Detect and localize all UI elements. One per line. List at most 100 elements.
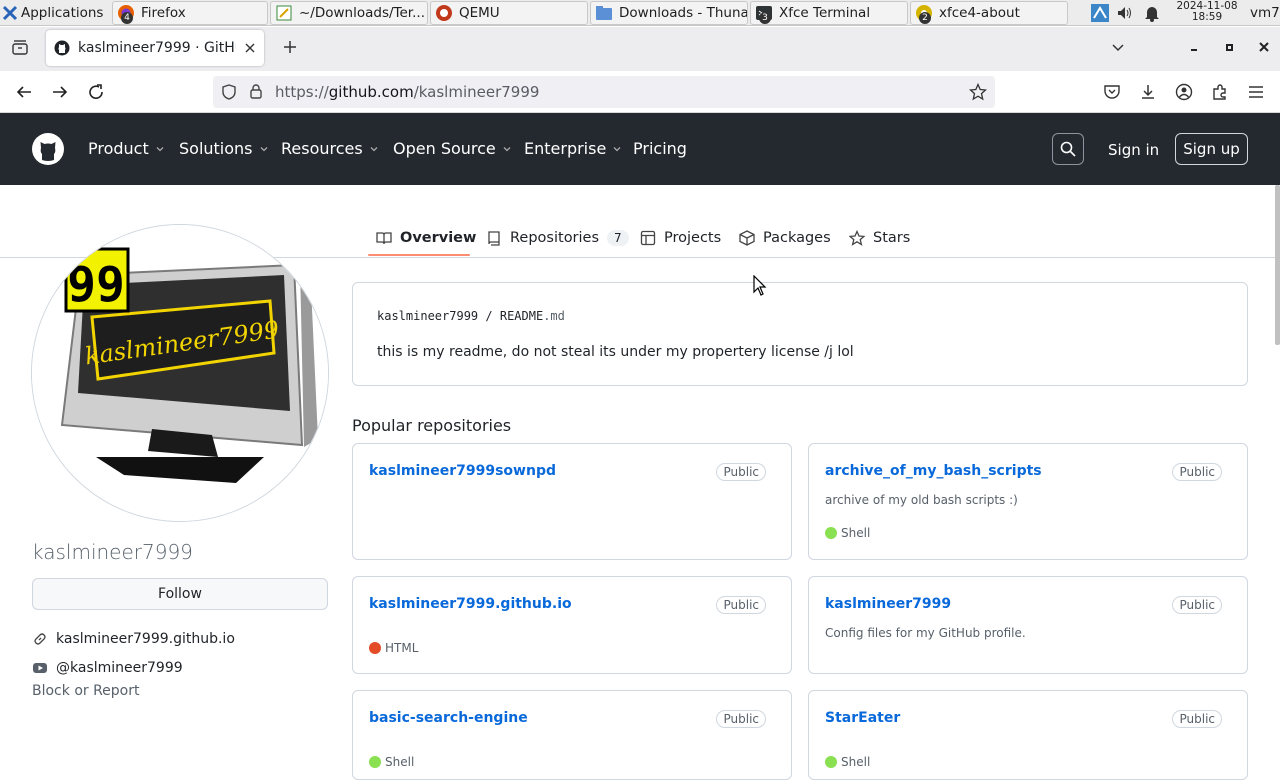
readme-file[interactable]: README [500, 309, 543, 323]
lock-icon[interactable] [249, 83, 263, 100]
task-count-badge: 3 [759, 12, 771, 24]
repo-name-link[interactable]: kaslmineer7999 [825, 596, 951, 612]
pocket-icon[interactable] [1100, 80, 1124, 104]
tab-projects[interactable]: Projects [640, 221, 721, 255]
xfce-about-icon: 2 [915, 4, 933, 24]
language-label: Shell [385, 755, 415, 769]
book-icon [376, 232, 392, 245]
back-arrow-icon[interactable] [12, 80, 36, 104]
extensions-icon[interactable] [1208, 80, 1232, 104]
language-color-dot [369, 756, 381, 768]
readme-box: kaslmineer7999 / README.md this is my re… [352, 282, 1248, 386]
tab-overview-icon[interactable] [10, 37, 30, 57]
taskbar-text-editor[interactable]: ~/Downloads/Ter... [270, 1, 428, 25]
url-text[interactable]: https://github.com/kaslmineer7999 [275, 83, 539, 101]
readme-separator: / [478, 309, 500, 323]
project-table-icon [640, 230, 656, 246]
repo-name-link[interactable]: StarEater [825, 710, 900, 726]
account-icon[interactable] [1172, 80, 1196, 104]
avatar[interactable]: kaslmineer7999 99 [31, 224, 329, 522]
avatar-image: kaslmineer7999 99 [32, 225, 328, 521]
qemu-icon [435, 4, 453, 22]
repo-name-link[interactable]: kaslmineer7999sownpd [369, 463, 556, 479]
taskbar-firefox[interactable]: 4 Firefox [112, 1, 268, 25]
visibility-badge: Public [716, 596, 766, 614]
nav-pricing[interactable]: Pricing [633, 139, 687, 158]
tab-title: kaslmineer7999 · GitHub [78, 40, 236, 56]
nav-label: Enterprise [524, 139, 607, 158]
nav-open-source[interactable]: Open Source [393, 139, 512, 158]
sign-in-link[interactable]: Sign in [1108, 141, 1159, 159]
chevron-down-icon [613, 146, 621, 151]
taskbar-terminal[interactable]: 3 Xfce Terminal [750, 1, 908, 25]
taskbar-xfce4-about[interactable]: 2 xfce4-about [910, 1, 1068, 25]
search-icon [1060, 141, 1076, 157]
taskbar-thunar[interactable]: Downloads - Thunar [590, 1, 748, 25]
nav-solutions[interactable]: Solutions [179, 139, 269, 158]
browser-nav-bar: https://github.com/kaslmineer7999 [0, 71, 1280, 113]
reload-icon[interactable] [84, 80, 108, 104]
maximize-window-icon[interactable] [1219, 37, 1239, 57]
visibility-badge: Public [1172, 463, 1222, 481]
repo-name-link[interactable]: basic-search-engine [369, 710, 528, 726]
taskbar-qemu[interactable]: QEMU [430, 1, 588, 25]
visibility-badge: Public [1172, 710, 1222, 728]
website-link[interactable]: kaslmineer7999.github.io [32, 631, 235, 647]
new-tab-icon[interactable] [280, 37, 300, 57]
repo-icon [488, 231, 500, 246]
search-button[interactable] [1052, 133, 1084, 165]
github-logo-icon[interactable] [32, 133, 64, 165]
repo-name-link[interactable]: archive_of_my_bash_scripts [825, 463, 1042, 479]
task-label: ~/Downloads/Ter... [299, 5, 425, 21]
url-bar[interactable]: https://github.com/kaslmineer7999 [213, 76, 995, 108]
menu-hamburger-icon[interactable] [1244, 80, 1268, 104]
readme-owner[interactable]: kaslmineer7999 [377, 309, 478, 323]
youtube-link[interactable]: @kaslmineer7999 [32, 660, 183, 676]
shield-icon[interactable] [221, 84, 237, 100]
mouse-cursor-icon [753, 275, 767, 297]
youtube-text: @kaslmineer7999 [56, 660, 183, 676]
block-or-report-link[interactable]: Block or Report [32, 683, 140, 699]
tab-stars[interactable]: Stars [849, 221, 910, 255]
repo-card: kaslmineer7999 Public Config files for m… [808, 576, 1248, 674]
close-window-icon[interactable] [1254, 37, 1274, 57]
readme-path: kaslmineer7999 / README.md [377, 309, 565, 323]
nav-label: Product [88, 139, 149, 158]
visibility-badge: Public [716, 463, 766, 481]
follow-button[interactable]: Follow [32, 578, 328, 610]
clock[interactable]: 2024-11-08 18:59 [1174, 1, 1240, 23]
url-scheme: https:// [275, 83, 329, 101]
sign-up-button[interactable]: Sign up [1175, 133, 1248, 165]
readme-text: this is my readme, do not steal its unde… [377, 344, 854, 360]
volume-icon[interactable] [1116, 3, 1134, 23]
repo-language: HTML [369, 641, 418, 655]
notification-bell-icon[interactable] [1144, 3, 1160, 23]
minimize-window-icon[interactable] [1184, 37, 1204, 57]
close-tab-icon[interactable] [244, 42, 256, 54]
active-tab-underline [368, 254, 470, 256]
list-all-tabs-icon[interactable] [1108, 37, 1128, 57]
xfce-panel: Applications 4 Firefox ~/Downloads/Ter..… [0, 0, 1280, 26]
bookmark-star-icon[interactable] [969, 83, 987, 101]
github-favicon-icon [54, 40, 70, 56]
forward-arrow-icon[interactable] [48, 80, 72, 104]
tab-overview[interactable]: Overview [376, 221, 476, 255]
chevron-down-icon [370, 146, 378, 151]
repo-card: basic-search-engine Public Shell [352, 690, 792, 780]
browser-tab-github[interactable]: kaslmineer7999 · GitHub [46, 30, 264, 66]
language-label: HTML [385, 641, 419, 655]
page-scrollbar[interactable] [1275, 185, 1280, 345]
network-icon[interactable] [1090, 3, 1110, 23]
downloads-icon[interactable] [1136, 80, 1160, 104]
browser-tab-bar: kaslmineer7999 · GitHub [0, 27, 1280, 71]
nav-resources[interactable]: Resources [281, 139, 379, 158]
tab-repositories[interactable]: Repositories 7 [486, 221, 629, 255]
repo-language: Shell [369, 755, 414, 769]
nav-product[interactable]: Product [88, 139, 165, 158]
tab-packages[interactable]: Packages [739, 221, 831, 255]
user-label[interactable]: vm7 [1250, 3, 1280, 23]
repo-name-link[interactable]: kaslmineer7999.github.io [369, 596, 572, 612]
applications-menu[interactable]: Applications [2, 3, 108, 23]
nav-enterprise[interactable]: Enterprise [524, 139, 622, 158]
tab-label: Overview [400, 230, 477, 246]
